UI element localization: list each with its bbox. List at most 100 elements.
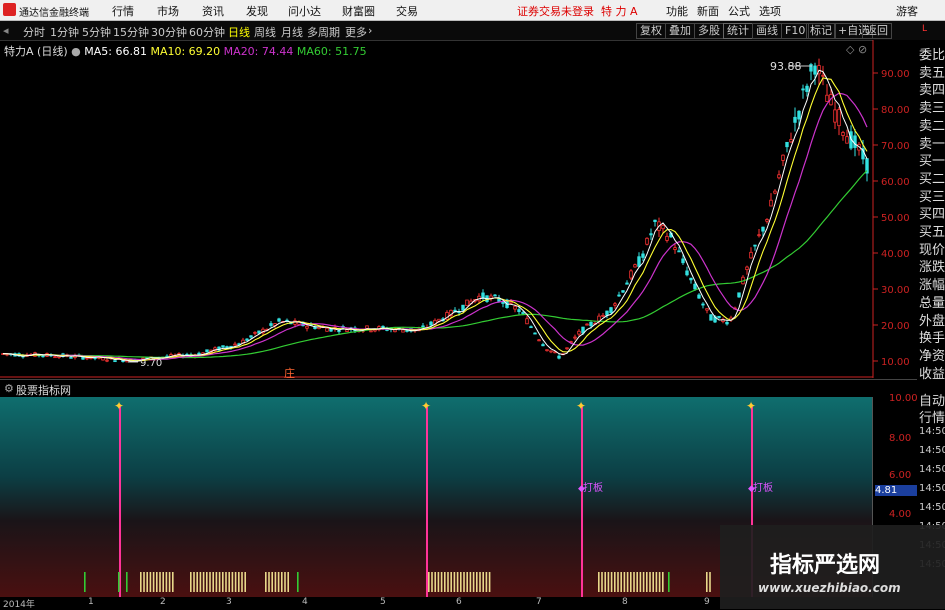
period-tab[interactable]: 15分钟	[113, 24, 149, 40]
candle-body	[601, 314, 605, 317]
sidebar-item[interactable]: 净资	[919, 345, 945, 364]
ma10-line	[2, 77, 868, 362]
high-label: 93.88	[770, 60, 802, 73]
candle-body	[113, 360, 117, 363]
user-label[interactable]: 游客	[896, 3, 918, 19]
candle-body	[789, 139, 793, 143]
indicator-bar	[662, 572, 664, 592]
candle-body	[105, 359, 109, 362]
candle-body	[609, 307, 613, 314]
indicator-bar	[450, 572, 452, 592]
indicator-bar	[231, 572, 234, 592]
menu-item[interactable]: 问小达	[288, 3, 321, 19]
app-name: 通达信金融终端	[19, 8, 89, 19]
sidebar-item[interactable]: 行情	[919, 407, 945, 426]
candle-body	[725, 321, 729, 325]
sidebar-item[interactable]: 换手	[919, 327, 945, 346]
sidebar-item[interactable]: 买二	[919, 168, 945, 187]
candle-body	[233, 343, 237, 346]
indicator-bar	[159, 572, 161, 592]
sidebar-item[interactable]: 卖五	[919, 62, 945, 81]
indicator-header: ⚙ 股票指标网	[0, 379, 917, 397]
toolbar-button[interactable]: 复权	[636, 23, 666, 39]
menu-item[interactable]: 财富圈	[342, 3, 375, 19]
menu-item[interactable]: 交易	[396, 3, 418, 19]
candle-body	[813, 65, 817, 75]
candle-body	[401, 329, 405, 333]
period-tab[interactable]: 周线	[254, 24, 276, 40]
more-chevron-icon[interactable]: ›	[368, 24, 372, 37]
toolbar-button[interactable]: 多股	[694, 23, 724, 39]
back-arrow-icon[interactable]: ◂	[3, 24, 9, 37]
kline-chart[interactable]: 90.00 80.00 70.00 60.00 50.00 40.00 30.00 20.00…	[0, 40, 917, 378]
menu-item[interactable]: 选项	[759, 3, 781, 19]
indicator-bar	[225, 572, 227, 592]
toolbar-button[interactable]: 叠加	[665, 23, 695, 39]
sidebar-item[interactable]: 总量	[919, 292, 945, 311]
menu-item[interactable]: 市场	[157, 3, 179, 19]
price-tick-label: 20.00	[881, 321, 910, 332]
sidebar-item[interactable]: 卖一	[919, 133, 945, 152]
settings-gear-icon[interactable]: ⚙	[4, 382, 14, 395]
sidebar-item[interactable]: 收益	[919, 363, 945, 382]
toolbar-button[interactable]: 画线	[752, 23, 782, 39]
sidebar-item[interactable]: 外盘	[919, 310, 945, 329]
period-tab[interactable]: 多周期	[307, 24, 340, 40]
toolbar-button[interactable]: 返回	[862, 23, 892, 39]
candle-body	[381, 325, 385, 329]
sidebar-item[interactable]: 卖四	[919, 79, 945, 98]
toolbar-button[interactable]: 标记	[806, 23, 836, 39]
menu-item[interactable]: 行情	[112, 3, 134, 19]
indicator-bar	[607, 572, 610, 592]
indicator-bar	[209, 572, 211, 592]
indicator-bar	[466, 572, 468, 592]
candle-body	[509, 301, 513, 304]
candle-body	[533, 332, 537, 335]
candle-body	[757, 234, 761, 237]
period-tab[interactable]: 1分钟	[50, 24, 79, 40]
candle-body	[717, 315, 721, 319]
toolbar-button[interactable]: 统计	[723, 23, 753, 39]
indicator-bar	[196, 572, 198, 592]
sidebar-item[interactable]: 卖二	[919, 115, 945, 134]
candle-body	[677, 250, 681, 253]
sidebar-item[interactable]: 买五	[919, 221, 945, 240]
indicator-bar	[598, 572, 600, 592]
candle-body	[277, 318, 281, 322]
indicator-bar	[149, 572, 152, 592]
indicator-bar	[244, 572, 246, 592]
indicator-bar	[479, 572, 481, 592]
quote-sidebar: 委比 卖五 卖四 卖三 卖二 卖一 买一 买二 买三 买四 买五 现价 涨跌 涨幅 总量 外盘 换手 净资 收益 自动…	[917, 40, 945, 609]
period-tab-active[interactable]: 日线	[228, 24, 250, 40]
candle-body	[797, 110, 801, 120]
candle-body	[781, 154, 785, 161]
period-tab[interactable]: 月线	[281, 24, 303, 40]
period-tab[interactable]: 60分钟	[189, 24, 225, 40]
candle-body	[705, 308, 709, 311]
sidebar-item[interactable]: 买四	[919, 203, 945, 222]
candle-body	[577, 330, 581, 335]
candle-body	[365, 325, 369, 329]
sidebar-item[interactable]: 涨跌	[919, 256, 945, 275]
sidebar-item[interactable]: 买一	[919, 150, 945, 169]
period-tab[interactable]: 30分钟	[151, 24, 187, 40]
menu-item[interactable]: 发现	[246, 3, 268, 19]
menu-item[interactable]: 新面	[697, 3, 719, 19]
candle-body	[777, 174, 781, 179]
candle-body	[853, 135, 857, 148]
sidebar-item[interactable]: 买三	[919, 186, 945, 205]
period-tab[interactable]: 更多	[345, 24, 367, 40]
period-tab[interactable]: 分时	[23, 24, 45, 40]
sidebar-item[interactable]: 涨幅	[919, 274, 945, 293]
period-tab[interactable]: 5分钟	[82, 24, 111, 40]
indicator-bar	[460, 572, 462, 592]
sidebar-item[interactable]: 委比	[919, 44, 945, 63]
indicator-bar	[297, 572, 299, 592]
sidebar-item[interactable]: 现价	[919, 239, 945, 258]
menu-item[interactable]: 公式	[728, 3, 750, 19]
price-tick-label: 30.00	[881, 285, 910, 296]
level-icon[interactable]: L	[922, 24, 927, 34]
sidebar-item[interactable]: 卖三	[919, 97, 945, 116]
menu-item[interactable]: 资讯	[202, 3, 224, 19]
menu-item[interactable]: 功能	[666, 3, 688, 19]
